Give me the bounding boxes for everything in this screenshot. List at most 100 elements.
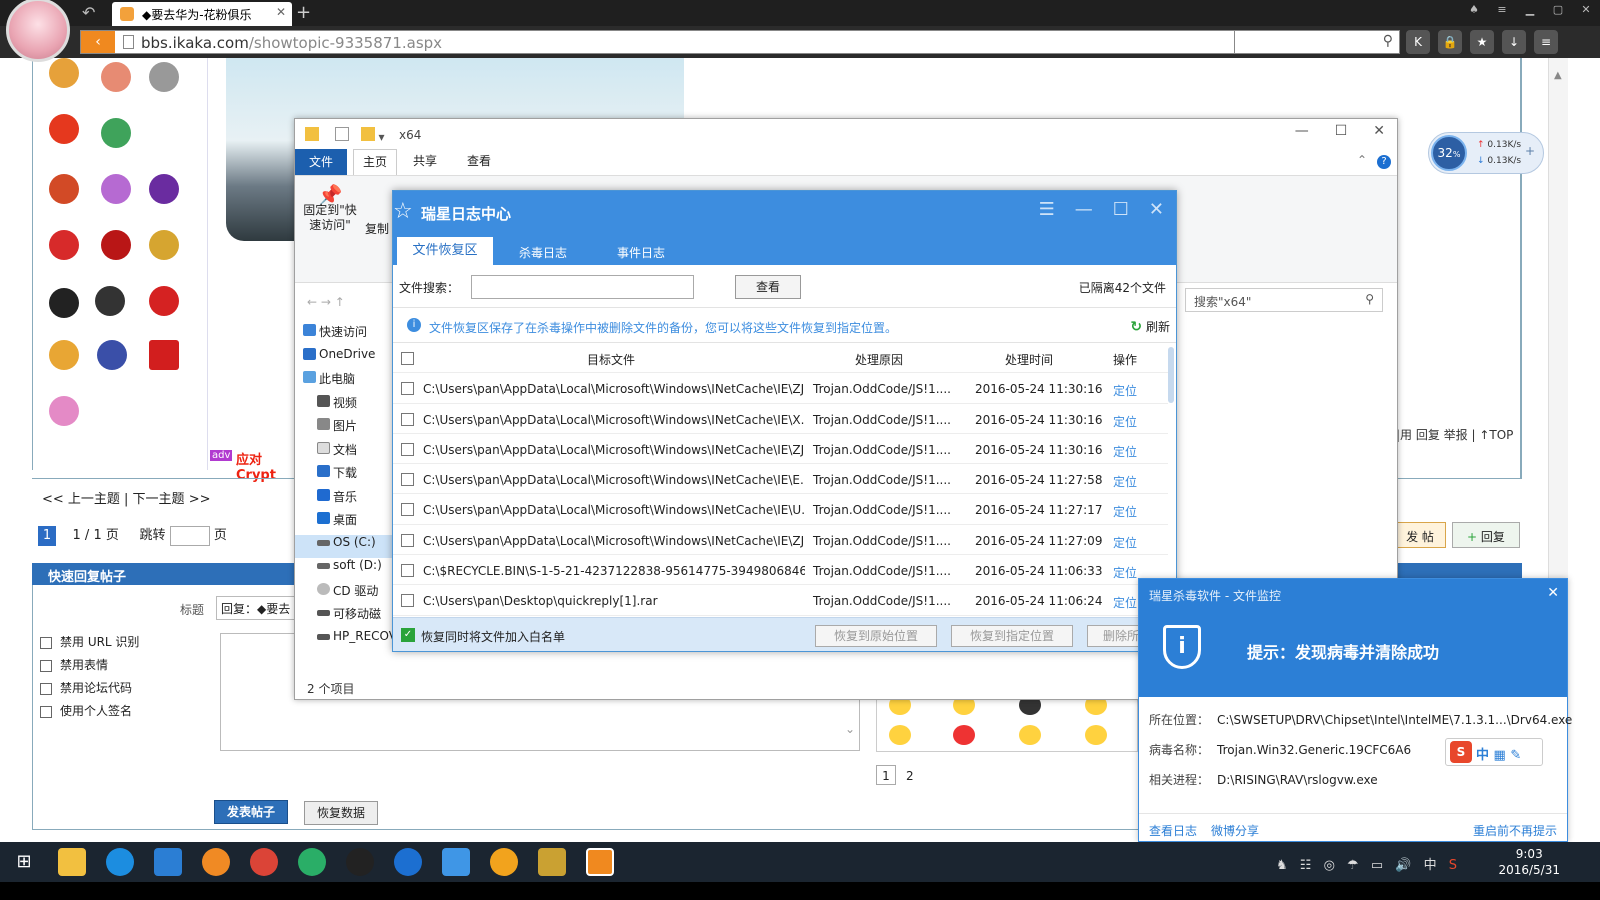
url-text[interactable]: bbs.ikaka.com/showtopic-9335871.aspx <box>141 34 442 52</box>
option-code[interactable]: 禁用论坛代码 <box>40 679 139 696</box>
post-actions[interactable]: |用 回复 举报 | ↑TOP <box>1396 426 1513 443</box>
jump-input[interactable] <box>169 525 210 546</box>
browser-tab[interactable]: ◆要去华为-花粉俱乐 ✕ <box>112 2 292 26</box>
app-icon[interactable] <box>538 848 566 876</box>
scroll-down-icon[interactable]: ⌄ <box>845 722 855 736</box>
tree-this-pc[interactable]: 此电脑 <box>303 370 403 394</box>
row-checkbox[interactable] <box>401 473 414 487</box>
close-icon[interactable]: ✕ <box>1149 199 1164 220</box>
whitelist-checkbox[interactable]: ✓ <box>401 628 415 642</box>
download-icon[interactable]: ↓ <box>1502 30 1526 54</box>
properties-icon[interactable] <box>334 127 349 141</box>
tree-recovery[interactable]: HP_RECOVERY <box>303 629 419 653</box>
row-checkbox[interactable] <box>401 382 414 396</box>
no-show-link[interactable]: 重启前不再提示 <box>1473 822 1557 839</box>
pin-quick-access-button[interactable]: 📌 固定到"快速访问" <box>301 185 359 233</box>
reply-button[interactable]: + 回复 <box>1452 522 1520 548</box>
option-url[interactable]: 禁用 URL 识别 <box>40 633 139 650</box>
search-box[interactable]: ⚲ <box>1234 30 1400 54</box>
post-button[interactable]: 发表帖子 <box>214 800 288 824</box>
tab-event-log[interactable]: 事件日志 <box>617 244 665 261</box>
row-checkbox[interactable] <box>401 412 414 426</box>
collapse-ribbon-icon[interactable]: ⌃ <box>1357 153 1367 167</box>
tree-drive-c[interactable]: OS (C:) <box>295 534 403 558</box>
skin-icon[interactable]: ♠ <box>1460 0 1488 22</box>
row-checkbox[interactable] <box>401 533 414 547</box>
tree-drive-d[interactable]: soft (D:) <box>303 558 403 582</box>
row-checkbox[interactable] <box>401 564 414 578</box>
locate-link[interactable]: 定位 <box>1113 594 1137 611</box>
view-button[interactable]: 查看 <box>735 275 801 299</box>
maximize-icon[interactable]: ▢ <box>1544 0 1572 22</box>
menu-icon[interactable]: ≡ <box>1488 0 1516 22</box>
app-icon[interactable] <box>490 848 518 876</box>
qq-icon[interactable] <box>346 848 374 876</box>
row-checkbox[interactable] <box>401 594 414 608</box>
weibo-share-link[interactable]: 微博分享 <box>1211 822 1259 839</box>
minimize-icon[interactable]: ▁ <box>1516 0 1544 22</box>
table-row[interactable]: C:\Users\pan\AppData\Local\Microsoft\Win… <box>393 404 1168 434</box>
search-icon[interactable]: ⚲ <box>1365 292 1374 306</box>
tab-home[interactable]: 主页 <box>353 149 397 175</box>
tab-close-icon[interactable]: ✕ <box>276 5 286 19</box>
tree-pictures[interactable]: 图片 <box>303 417 403 441</box>
select-all-checkbox[interactable] <box>401 352 414 365</box>
restore-to-button[interactable]: 恢复到指定位置 <box>951 625 1073 647</box>
new-post-button[interactable]: 发 帖 <box>1394 522 1446 548</box>
tab-view[interactable]: 查看 <box>467 152 491 169</box>
explorer-search[interactable]: 搜索"x64" ⚲ <box>1185 288 1383 312</box>
maximize-icon[interactable]: ☐ <box>1113 199 1129 220</box>
tree-quick-access[interactable]: 快速访问 <box>303 323 403 347</box>
k-icon[interactable]: K <box>1406 30 1430 54</box>
search-icon[interactable]: ⚲ <box>1383 33 1393 49</box>
emoji-icon[interactable] <box>1085 725 1107 745</box>
sogou-tray-icon[interactable]: S <box>1449 858 1461 873</box>
checkbox[interactable] <box>40 682 52 695</box>
rising-icon[interactable] <box>586 848 614 876</box>
tree-documents[interactable]: 文档 <box>303 441 403 465</box>
row-checkbox[interactable] <box>401 442 414 456</box>
tree-music[interactable]: 音乐 <box>303 488 403 512</box>
new-tab-button[interactable]: + <box>296 2 311 23</box>
tree-videos[interactable]: 视频 <box>303 394 403 418</box>
table-row[interactable]: C:\$RECYCLE.BIN\S-1-5-21-4237122838-9561… <box>393 555 1168 586</box>
address-bar[interactable]: ‹ bbs.ikaka.com/showtopic-9335871.aspx ▣… <box>80 30 1400 54</box>
star-icon[interactable]: ★ <box>1470 30 1494 54</box>
copy-button[interactable]: 复制 <box>365 220 389 237</box>
title-input[interactable]: 回复：◆要去 <box>216 596 306 620</box>
tab-scan-log[interactable]: 杀毒日志 <box>519 244 567 261</box>
lock-icon[interactable]: 🔒 <box>1438 30 1462 54</box>
explorer-icon[interactable] <box>58 848 86 876</box>
app-icon[interactable] <box>202 848 230 876</box>
locate-link[interactable]: 定位 <box>1113 473 1137 490</box>
option-signature[interactable]: 使用个人签名 <box>40 702 139 719</box>
restore-original-button[interactable]: 恢复到原始位置 <box>815 625 937 647</box>
emoji-page[interactable]: 1 <box>876 765 896 785</box>
ie-icon[interactable] <box>106 848 134 876</box>
tree-removable[interactable]: 可移动磁 <box>303 605 403 629</box>
table-row[interactable]: C:\Users\pan\Desktop\quickreply[1].rar Tr… <box>393 585 1168 616</box>
close-icon[interactable]: ✕ <box>1572 0 1600 22</box>
help-icon[interactable]: ? <box>1377 155 1391 169</box>
tab-file[interactable]: 文件 <box>295 149 347 175</box>
dropdown-icon[interactable]: ▾ <box>378 130 384 144</box>
app-icon[interactable] <box>154 848 182 876</box>
back-arrow-icon[interactable]: ‹ <box>81 31 115 53</box>
locate-link[interactable]: 定位 <box>1113 534 1137 551</box>
emoji-icon[interactable] <box>1019 725 1041 745</box>
more-icon[interactable]: ≡ <box>1534 30 1558 54</box>
table-row[interactable]: C:\Users\pan\AppData\Local\Microsoft\Win… <box>393 494 1168 525</box>
history-back-icon[interactable]: ↶ <box>82 3 95 22</box>
clock[interactable]: 9:03 2016/5/31 <box>1498 846 1560 878</box>
table-scrollbar[interactable] <box>1168 347 1174 403</box>
menu-icon[interactable]: ☰ <box>1039 199 1055 220</box>
app-icon[interactable] <box>394 848 422 876</box>
topic-nav[interactable]: << 上一主题 | 下一主题 >> <box>42 488 210 507</box>
locate-link[interactable]: 定位 <box>1113 413 1137 430</box>
table-row[interactable]: C:\Users\pan\AppData\Local\Microsoft\Win… <box>393 373 1168 404</box>
ime-toolbar[interactable]: S 中 ▦ ✎ <box>1445 738 1543 766</box>
current-page[interactable]: 1 <box>38 526 56 546</box>
minimize-icon[interactable]: — <box>1295 123 1309 139</box>
ad-link[interactable]: adv 应对Crypt <box>210 446 300 483</box>
emoji-icon[interactable] <box>889 725 911 745</box>
